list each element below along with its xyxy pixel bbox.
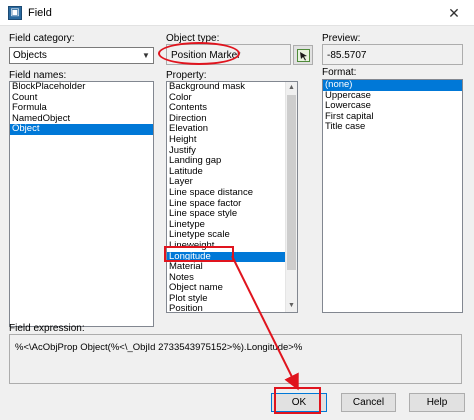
window-title: Field	[28, 7, 52, 19]
chevron-down-icon: ▼	[142, 51, 150, 60]
title-bar: ▣ Field ✕	[0, 0, 474, 26]
annotation-box-longitude	[164, 246, 234, 262]
field-expression-value: %<\AcObjProp Object(%<\_ObjId 2733543975…	[15, 342, 303, 353]
property-item[interactable]: Line space distance	[167, 187, 297, 199]
field-category-label: Field category:	[9, 33, 75, 44]
format-item[interactable]: Title case	[323, 122, 462, 133]
close-button[interactable]: ✕	[434, 0, 474, 26]
field-expression-box[interactable]: %<\AcObjProp Object(%<\_ObjId 2733543975…	[9, 334, 462, 384]
scroll-up-icon[interactable]: ▲	[286, 82, 297, 94]
property-item[interactable]: Position	[167, 304, 297, 312]
field-expression-label: Field expression:	[9, 323, 85, 334]
annotation-box-ok	[274, 387, 321, 414]
scroll-down-icon[interactable]: ▼	[286, 300, 297, 312]
field-name-item[interactable]: Object	[10, 124, 153, 135]
field-app-icon: ▣	[8, 6, 22, 20]
field-names-label: Field names:	[9, 70, 67, 81]
property-list[interactable]: Background mask Color Contents Direction Ele…	[166, 81, 298, 313]
cancel-button[interactable]: Cancel	[341, 393, 396, 412]
preview-value: -85.5707	[327, 50, 367, 61]
property-label: Property:	[166, 70, 207, 81]
format-label: Format:	[322, 67, 357, 78]
preview-field: -85.5707	[322, 44, 463, 65]
field-names-list[interactable]: BlockPlaceholder Count Formula NamedObject O…	[9, 81, 154, 327]
field-name-item[interactable]: BlockPlaceholder	[10, 82, 153, 93]
help-button[interactable]: Help	[409, 393, 465, 412]
field-category-value: Objects	[13, 50, 47, 61]
format-list[interactable]: (none) Uppercase Lowercase First capital Tit…	[322, 79, 463, 313]
format-item[interactable]: (none)	[323, 80, 462, 91]
scroll-thumb[interactable]	[287, 95, 296, 270]
property-scrollbar[interactable]: ▲ ▼	[285, 82, 297, 312]
annotation-ellipse-object-type	[158, 42, 240, 65]
select-object-button[interactable]	[293, 45, 313, 65]
property-item[interactable]: Background mask	[167, 82, 297, 93]
property-item[interactable]: Height	[167, 134, 297, 146]
select-object-icon	[297, 49, 310, 62]
preview-label: Preview:	[322, 33, 361, 44]
field-category-dropdown[interactable]: Objects ▼	[9, 47, 154, 64]
